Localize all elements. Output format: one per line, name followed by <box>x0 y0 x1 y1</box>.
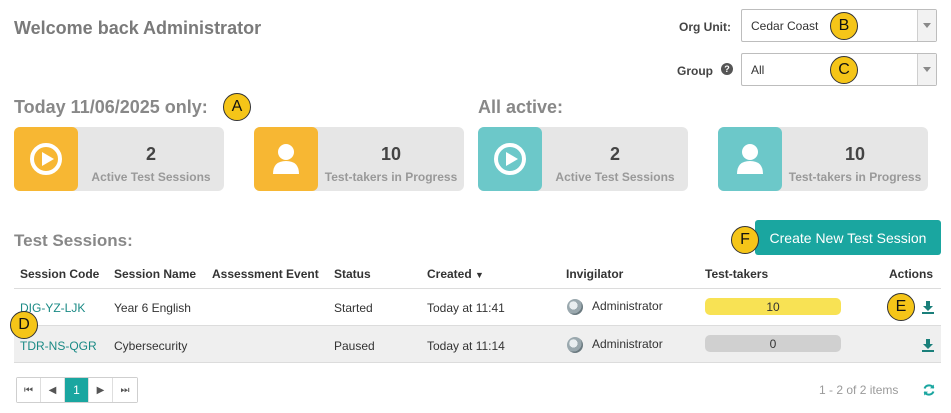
today-test-takers-card[interactable]: 10 Test-takers in Progress <box>254 127 464 191</box>
column-header-assessment-event[interactable]: Assessment Event <box>212 267 319 281</box>
test-takers-bar: 10 <box>705 298 841 315</box>
all-test-takers-label: Test-takers in Progress <box>788 170 922 184</box>
column-header-test-takers[interactable]: Test-takers <box>705 267 768 281</box>
session-status: Started <box>334 301 373 315</box>
column-header-actions: Actions <box>889 267 934 281</box>
download-icon[interactable] <box>921 338 935 352</box>
org-unit-label: Org Unit: <box>679 20 731 34</box>
column-header-created-label: Created <box>427 267 472 281</box>
callout-marker-e: E <box>887 293 915 321</box>
session-created: Today at 11:41 <box>427 301 505 315</box>
today-active-sessions-count: 2 <box>145 144 156 164</box>
table-row[interactable]: DIG-YZ-LJK Year 6 English Started Today … <box>14 289 941 326</box>
callout-marker-c: C <box>830 56 858 84</box>
all-active-sessions-label: Active Test Sessions <box>555 170 675 184</box>
last-page-button[interactable]: ⏭ <box>113 378 137 402</box>
session-name: Year 6 English <box>114 301 191 315</box>
column-header-created[interactable]: Created ▼ <box>427 267 484 281</box>
all-active-title: All active: <box>478 97 564 117</box>
group-value: All <box>751 62 765 77</box>
invigilator-name: Administrator <box>592 337 663 351</box>
first-page-button[interactable]: ⏮ <box>17 378 41 402</box>
previous-page-button[interactable]: ◀ <box>41 378 65 402</box>
today-active-sessions-card[interactable]: 2 Active Test Sessions <box>14 127 224 191</box>
user-icon <box>718 127 782 191</box>
column-header-invigilator[interactable]: Invigilator <box>566 267 623 281</box>
page-title: Welcome back Administrator <box>14 18 262 38</box>
all-test-takers-card[interactable]: 10 Test-takers in Progress <box>718 127 928 191</box>
play-icon <box>478 127 542 191</box>
callout-marker-d: D <box>10 311 38 339</box>
next-page-button[interactable]: ▶ <box>89 378 113 402</box>
table-row[interactable]: TDR-NS-QGR Cybersecurity Paused Today at… <box>14 326 941 363</box>
session-created: Today at 11:14 <box>427 339 505 353</box>
all-active-sessions-card[interactable]: 2 Active Test Sessions <box>478 127 688 191</box>
page-1-button[interactable]: 1 <box>65 378 89 402</box>
refresh-icon[interactable] <box>922 383 936 397</box>
download-icon[interactable] <box>921 300 935 314</box>
chevron-down-icon[interactable] <box>917 54 936 85</box>
pagination: ⏮ ◀ 1 ▶ ⏭ <box>16 377 138 403</box>
today-title: Today 11/06/2025 only: <box>14 97 208 117</box>
column-header-session-name[interactable]: Session Name <box>114 267 196 281</box>
org-unit-value: Cedar Coast <box>751 18 819 33</box>
all-active-sessions-count: 2 <box>609 144 620 164</box>
row-divider <box>14 362 941 363</box>
group-label: Group <box>677 64 713 78</box>
today-active-sessions-label: Active Test Sessions <box>91 170 211 184</box>
play-icon <box>14 127 78 191</box>
session-code-link[interactable]: TDR-NS-QGR <box>20 339 97 353</box>
sort-desc-icon: ▼ <box>475 270 484 280</box>
help-icon[interactable]: ? <box>721 63 733 75</box>
today-test-takers-count: 10 <box>380 144 402 164</box>
user-icon <box>254 127 318 191</box>
chevron-down-icon[interactable] <box>917 10 936 41</box>
create-test-session-button[interactable]: Create New Test Session <box>755 220 941 255</box>
avatar <box>567 299 583 315</box>
column-header-session-code[interactable]: Session Code <box>20 267 99 281</box>
all-test-takers-count: 10 <box>844 144 866 164</box>
callout-marker-a: A <box>223 93 251 121</box>
callout-marker-f: F <box>731 226 759 254</box>
session-name: Cybersecurity <box>114 339 188 353</box>
invigilator-name: Administrator <box>592 299 663 313</box>
items-count: 1 - 2 of 2 items <box>819 383 899 397</box>
callout-marker-b: B <box>830 12 858 40</box>
today-test-takers-label: Test-takers in Progress <box>324 170 458 184</box>
column-header-status[interactable]: Status <box>334 267 371 281</box>
session-status: Paused <box>334 339 375 353</box>
test-takers-bar: 0 <box>705 335 841 352</box>
test-sessions-title: Test Sessions: <box>14 231 133 250</box>
avatar <box>567 337 583 353</box>
